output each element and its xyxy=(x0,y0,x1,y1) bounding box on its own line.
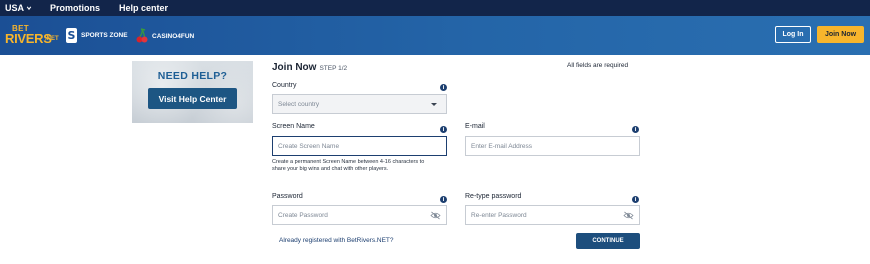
email-placeholder: Enter E-mail Address xyxy=(471,142,533,150)
casino4fun-label: CASINO4FUN xyxy=(152,32,195,40)
country-select[interactable]: Select country xyxy=(272,94,447,114)
eye-slash-icon[interactable] xyxy=(623,211,634,220)
sports-zone-label: SPORTS ZONE xyxy=(81,32,128,39)
info-icon[interactable]: i xyxy=(632,126,639,133)
promotions-link[interactable]: Promotions xyxy=(50,3,100,13)
password-field[interactable]: Create Password xyxy=(272,205,447,225)
info-icon[interactable]: i xyxy=(440,196,447,203)
join-now-button[interactable]: Join Now xyxy=(817,26,864,43)
country-select-value: Select country xyxy=(278,100,320,108)
top-bar: USA Promotions Help center xyxy=(0,0,870,16)
page-title: Join Now xyxy=(272,62,317,73)
password-placeholder: Create Password xyxy=(278,211,328,219)
site-header: BET RIVERS .NET S SPORTS ZONE CASINO4FUN xyxy=(0,16,870,55)
chevron-down-icon xyxy=(26,6,32,11)
screen-name-hint: Create a permanent Screen Name between 4… xyxy=(272,159,425,172)
continue-button[interactable]: CONTINUE xyxy=(576,233,640,249)
country-label: Country xyxy=(272,82,297,89)
cherries-icon xyxy=(136,28,148,43)
screen-name-placeholder: Create Screen Name xyxy=(278,142,340,150)
region-selector[interactable]: USA xyxy=(5,3,32,13)
email-field[interactable]: Enter E-mail Address xyxy=(465,136,640,156)
form-heading: Join Now STEP 1/2 xyxy=(272,62,347,73)
caret-down-icon xyxy=(431,103,437,106)
email-label: E-mail xyxy=(465,123,485,130)
casino4fun-link[interactable]: CASINO4FUN xyxy=(136,28,194,44)
help-center-link[interactable]: Help center xyxy=(119,3,168,13)
need-help-title: NEED HELP? xyxy=(157,70,228,82)
eye-slash-icon[interactable] xyxy=(430,211,441,220)
sports-zone-link[interactable]: S SPORTS ZONE xyxy=(66,28,128,43)
betrivers-logo[interactable]: BET RIVERS .NET xyxy=(5,24,59,46)
region-label: USA xyxy=(5,3,25,13)
info-icon[interactable]: i xyxy=(632,196,639,203)
already-registered-link[interactable]: Already registered with BetRivers.NET? xyxy=(279,237,394,244)
screen-name-input[interactable]: Create Screen Name xyxy=(272,136,447,156)
visit-help-center-button[interactable]: Visit Help Center xyxy=(148,88,237,109)
password-label: Password xyxy=(272,193,303,200)
login-button[interactable]: Log In xyxy=(775,26,811,43)
info-icon[interactable]: i xyxy=(440,84,447,91)
retype-password-field[interactable]: Re-enter Password xyxy=(465,205,640,225)
step-indicator: STEP 1/2 xyxy=(319,65,348,72)
retype-password-placeholder: Re-enter Password xyxy=(471,211,527,219)
sports-zone-icon: S xyxy=(66,28,77,43)
need-help-panel: NEED HELP? Visit Help Center xyxy=(132,61,253,123)
required-note: All fields are required xyxy=(567,62,629,69)
info-icon[interactable]: i xyxy=(440,126,447,133)
retype-password-label: Re-type password xyxy=(465,193,522,200)
screen-name-label: Screen Name xyxy=(272,123,315,130)
